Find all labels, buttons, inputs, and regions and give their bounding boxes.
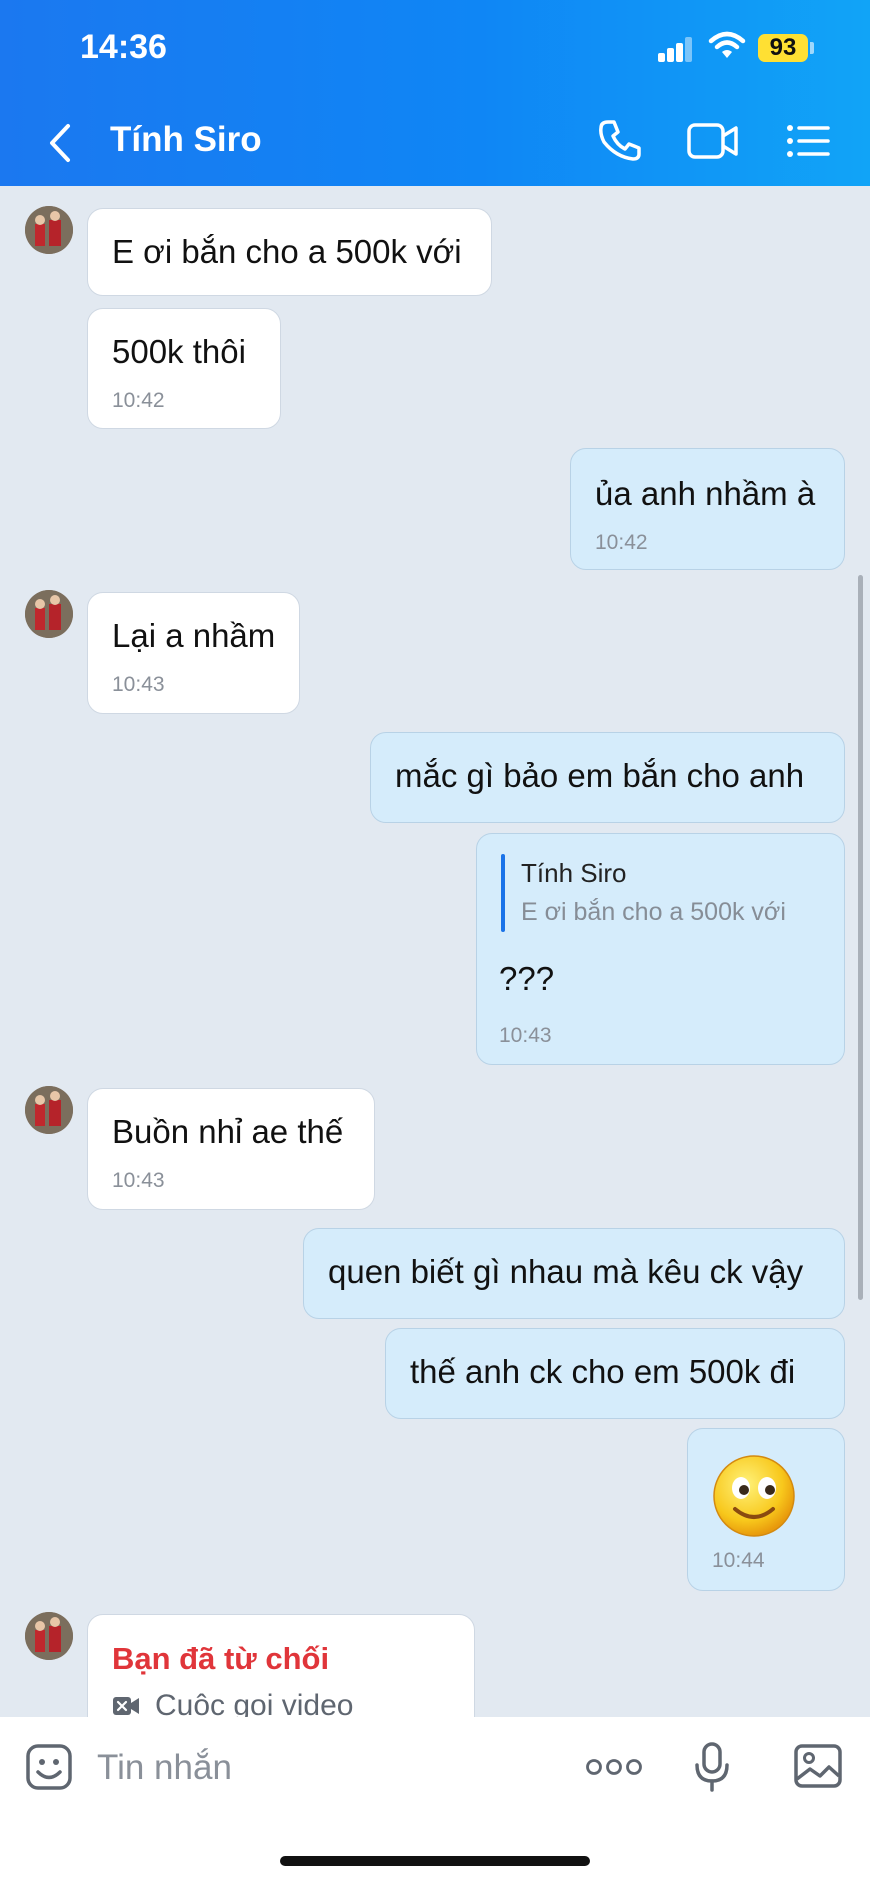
message-bubble-incoming[interactable]: Lại a nhầm 10:43: [87, 592, 300, 714]
message-text: ???: [499, 960, 555, 997]
message-text: mắc gì bảo em bắn cho anh: [395, 757, 805, 794]
message-time: 10:43: [112, 673, 165, 696]
contact-avatar[interactable]: [25, 1086, 73, 1134]
avatar-photo: [25, 1086, 73, 1134]
status-time: 14:36: [80, 28, 167, 66]
message-bubble-outgoing[interactable]: mắc gì bảo em bắn cho anh: [370, 732, 845, 823]
more-dots-icon[interactable]: [586, 1758, 642, 1776]
message-time: 10:42: [112, 389, 165, 412]
message-time: 10:43: [499, 1024, 552, 1047]
sticker-icon[interactable]: [25, 1743, 73, 1791]
smiley-emoji-icon: [713, 1455, 795, 1537]
contact-avatar[interactable]: [25, 206, 73, 254]
chat-title[interactable]: Tính Siro: [110, 120, 262, 160]
contact-avatar[interactable]: [25, 1612, 73, 1660]
quote-bar: [501, 854, 505, 932]
battery-nub: [810, 42, 814, 54]
message-bubble-outgoing[interactable]: thế anh ck cho em 500k đi: [385, 1328, 845, 1419]
quoted-author: Tính Siro: [521, 858, 627, 888]
message-text: quen biết gì nhau mà kêu ck vậy: [328, 1253, 804, 1290]
avatar-photo: [25, 1612, 73, 1660]
message-text: Buồn nhỉ ae thế: [112, 1113, 344, 1150]
message-bubble-outgoing-reply[interactable]: Tính Siro E ơi bắn cho a 500k với ??? 10…: [476, 833, 845, 1065]
video-camera-icon[interactable]: [686, 122, 740, 160]
cellular-signal-icon: [658, 36, 694, 62]
message-time: 10:44: [712, 1549, 765, 1572]
back-arrow-icon[interactable]: [40, 118, 80, 168]
message-bubble-incoming[interactable]: Buồn nhỉ ae thế 10:43: [87, 1088, 375, 1210]
message-text: thế anh ck cho em 500k đi: [410, 1353, 796, 1390]
message-bubble-incoming[interactable]: E ơi bắn cho a 500k với: [87, 208, 492, 296]
avatar-photo: [25, 590, 73, 638]
battery-indicator: 93: [758, 34, 808, 62]
message-text: 500k thôi: [112, 333, 246, 370]
message-text: Lại a nhầm: [112, 617, 276, 654]
message-bubble-outgoing[interactable]: ủa anh nhầm à 10:42: [570, 448, 845, 570]
chat-header: 14:36 93 Tính Siro: [0, 0, 870, 186]
quoted-text[interactable]: E ơi bắn cho a 500k với: [521, 898, 786, 927]
message-time: 10:42: [595, 531, 648, 554]
message-time: 10:43: [112, 1169, 165, 1192]
phone-icon[interactable]: [598, 118, 642, 162]
menu-list-icon[interactable]: [786, 124, 830, 158]
scrollbar[interactable]: [858, 575, 863, 1300]
contact-avatar[interactable]: [25, 590, 73, 638]
message-bubble-outgoing[interactable]: quen biết gì nhau mà kêu ck vậy: [303, 1228, 845, 1319]
avatar-photo: [25, 206, 73, 254]
message-bubble-outgoing-sticker[interactable]: 10:44: [687, 1428, 845, 1591]
video-call-declined-icon: [113, 1697, 139, 1715]
message-input[interactable]: [95, 1741, 569, 1795]
call-status: Bạn đã từ chối: [112, 1641, 330, 1676]
home-indicator: [280, 1856, 590, 1866]
message-text: E ơi bắn cho a 500k với: [112, 233, 462, 270]
message-bubble-incoming[interactable]: 500k thôi 10:42: [87, 308, 281, 429]
wifi-icon: [708, 31, 746, 58]
image-gallery-icon[interactable]: [793, 1743, 843, 1789]
microphone-icon[interactable]: [692, 1741, 732, 1793]
message-text: ủa anh nhầm à: [595, 475, 816, 512]
